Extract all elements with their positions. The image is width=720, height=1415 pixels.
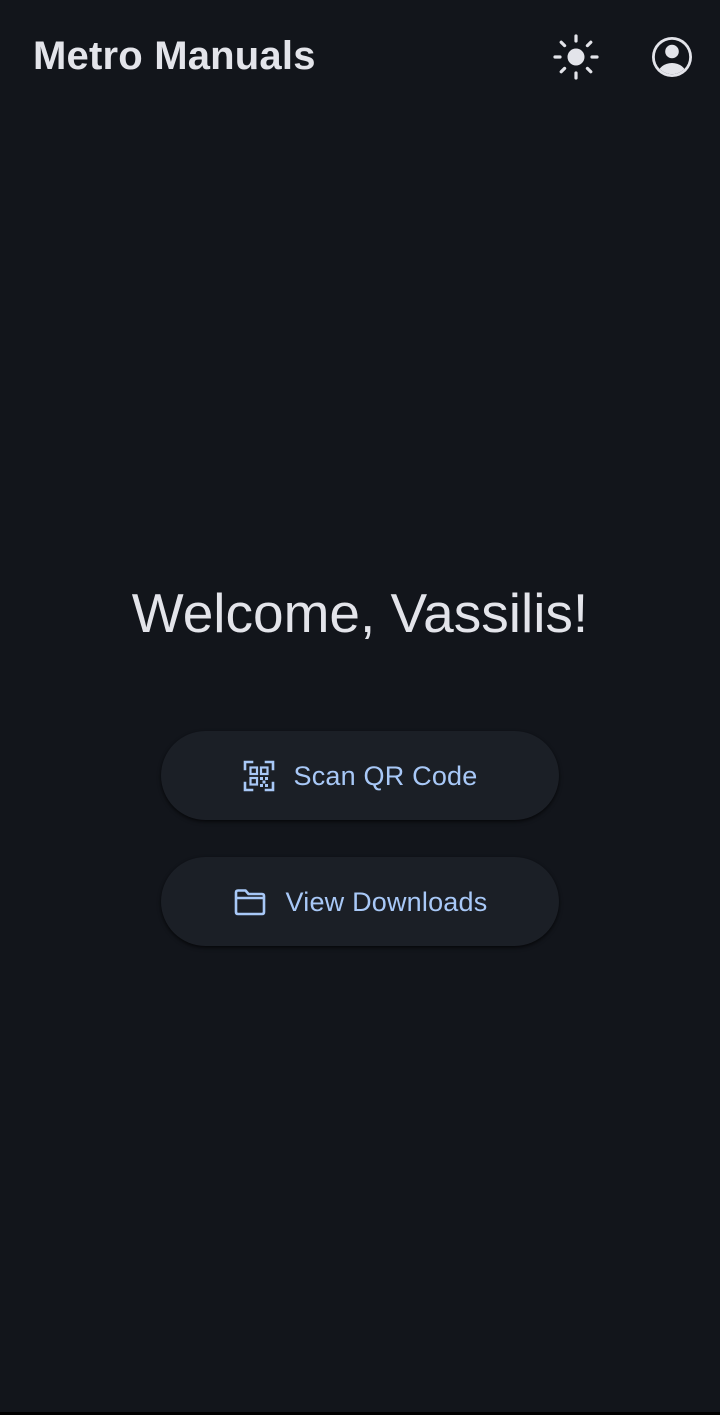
qr-code-scanner-icon (243, 760, 275, 792)
theme-toggle-button[interactable] (548, 29, 604, 85)
scan-qr-code-label: Scan QR Code (293, 760, 478, 791)
account-circle-icon (652, 37, 692, 77)
sun-icon (553, 34, 599, 80)
folder-icon (233, 887, 267, 917)
app-title: Metro Manuals (33, 34, 316, 78)
account-button[interactable] (644, 29, 700, 85)
welcome-heading: Welcome, Vassilis! (131, 582, 589, 644)
view-downloads-button[interactable]: View Downloads (161, 857, 559, 946)
view-downloads-label: View Downloads (285, 886, 488, 917)
home-screen: Metro Manuals Welcome, Vassilis! Scan QR… (0, 0, 720, 1415)
scan-qr-code-button[interactable]: Scan QR Code (161, 731, 559, 820)
app-bar: Metro Manuals (0, 0, 720, 112)
